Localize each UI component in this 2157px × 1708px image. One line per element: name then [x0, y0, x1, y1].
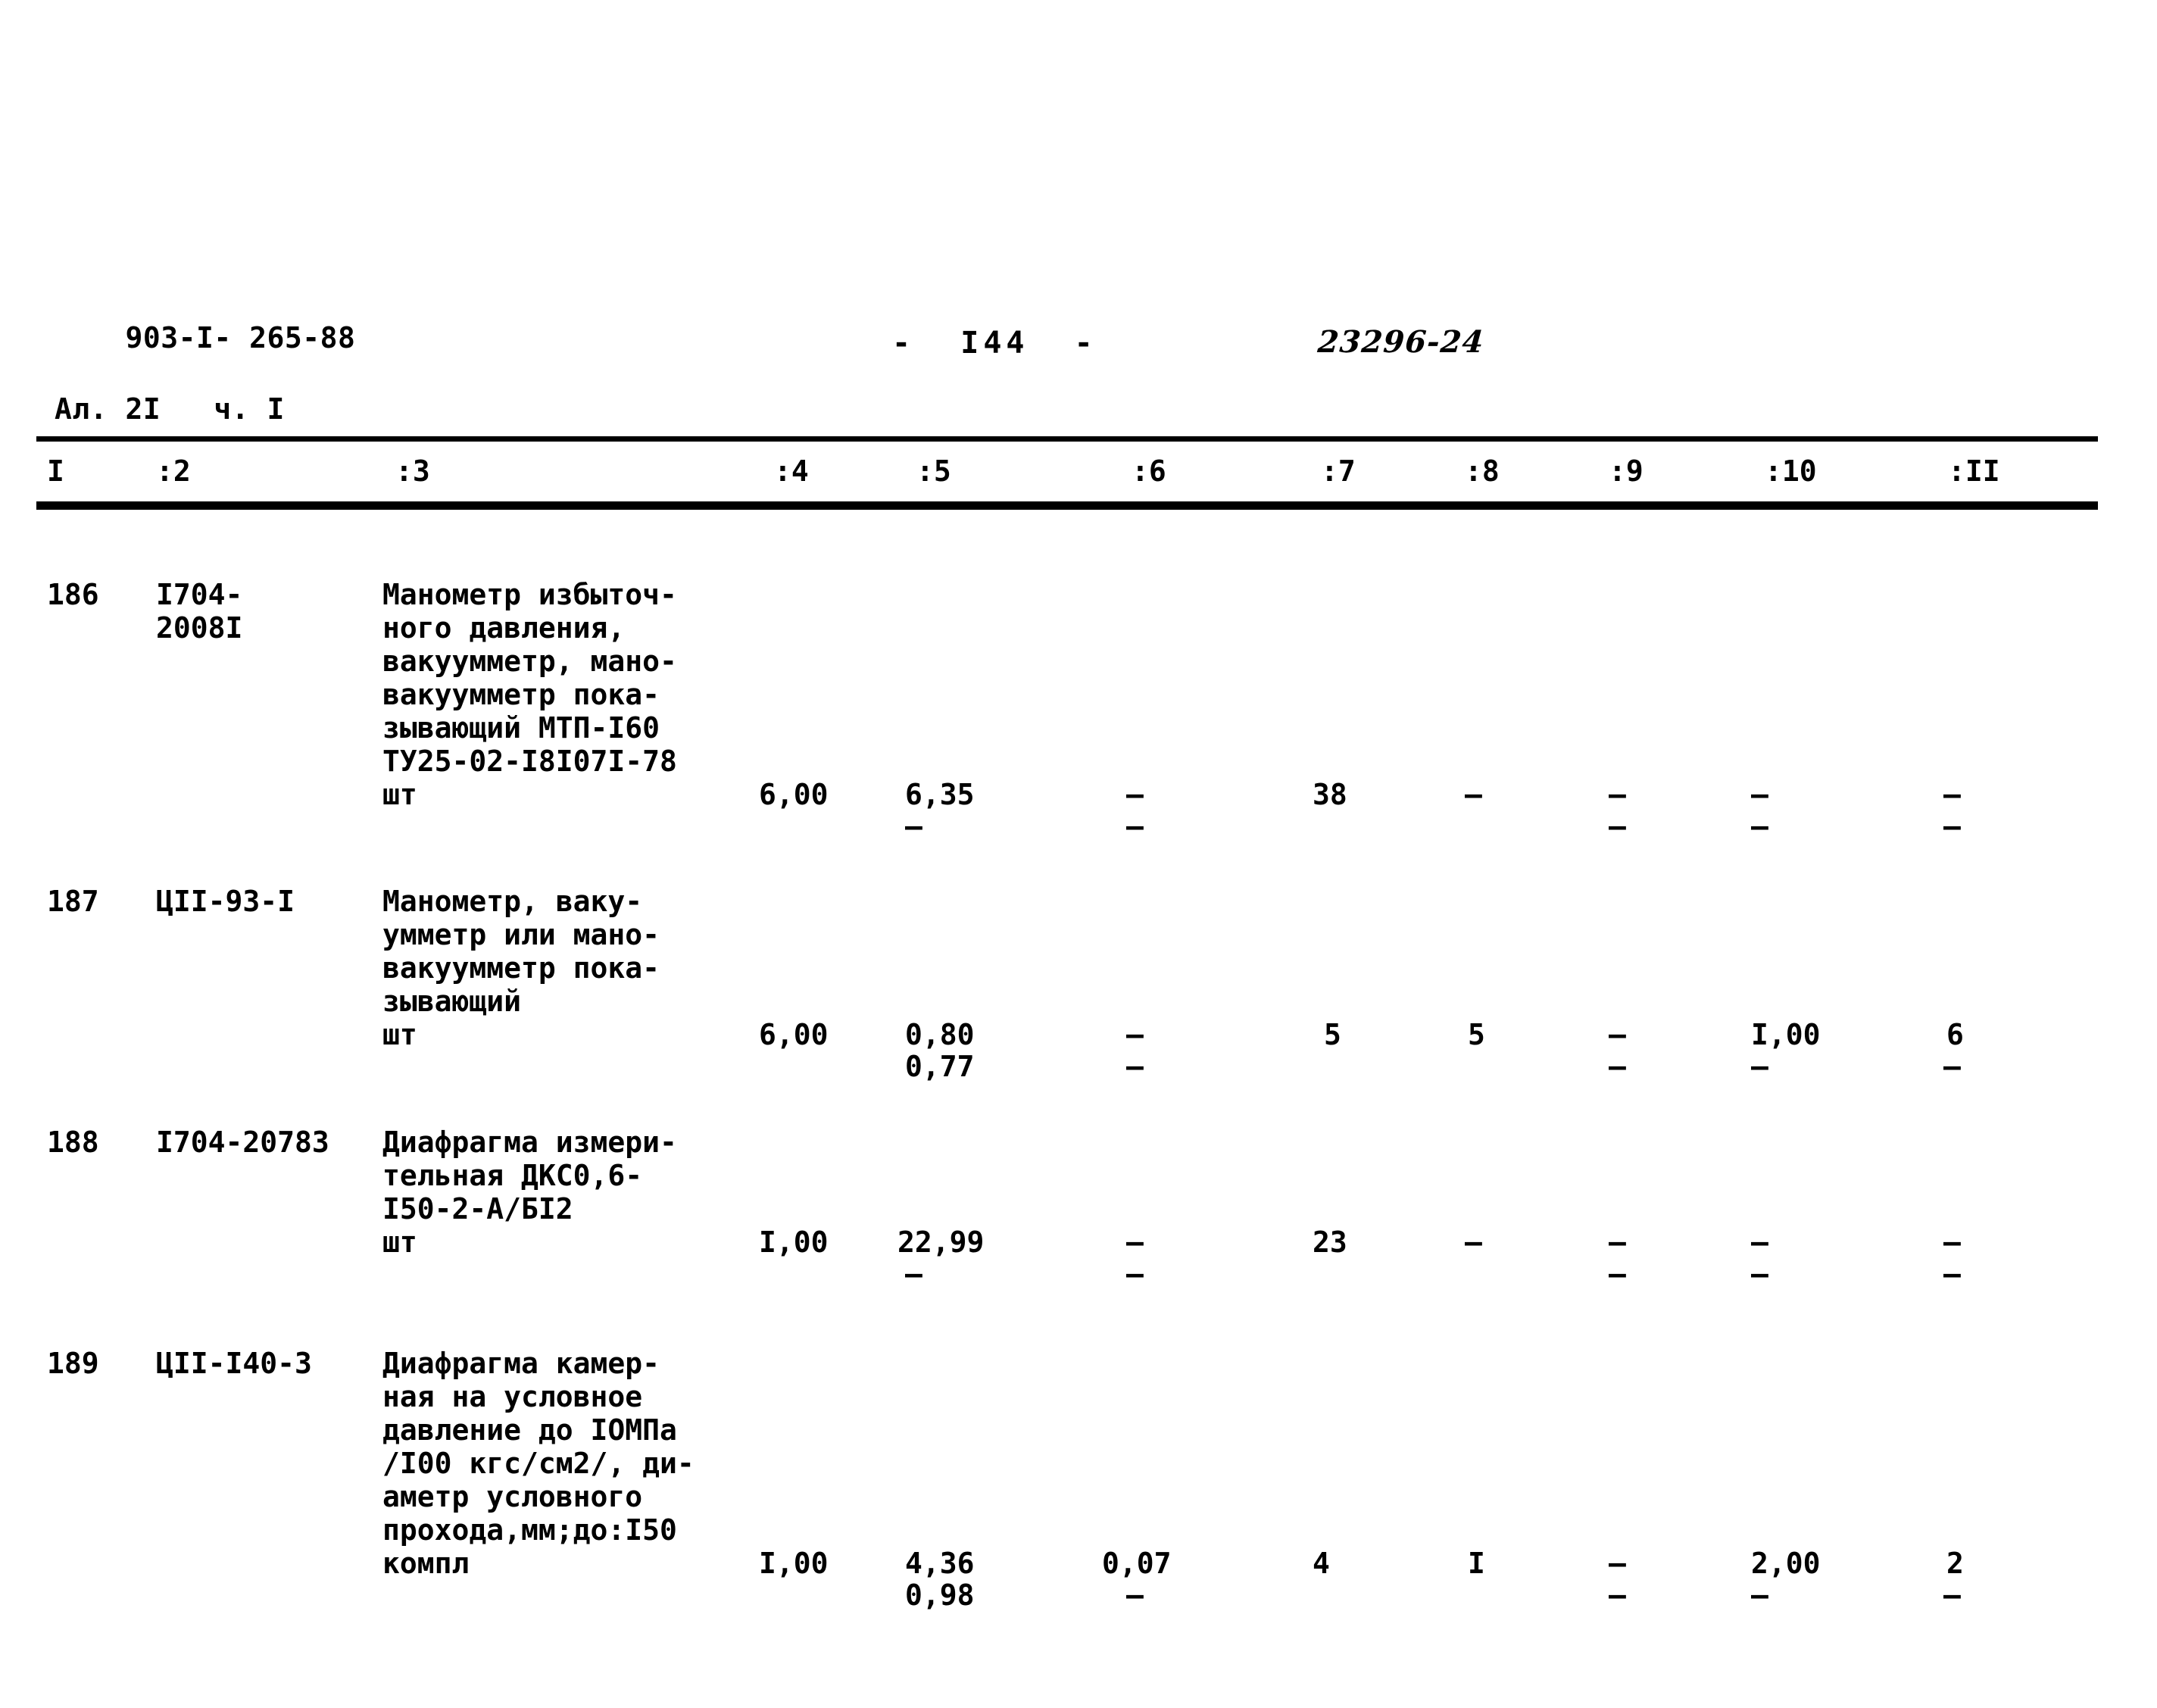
row-value-c11-sub: –	[1943, 810, 1961, 843]
row-value-c5: 6,35	[905, 778, 975, 811]
row-value-c10-sub: –	[1751, 1578, 1768, 1612]
row-value-c8: I	[1468, 1547, 1485, 1580]
row-value-c7: 5	[1324, 1018, 1341, 1051]
column-header-9: :9	[1609, 454, 1644, 488]
row-unit: шт	[382, 778, 417, 811]
page-number: - I44 -	[892, 326, 1097, 361]
table-rule-bottom	[36, 501, 2098, 510]
row-value-c6: –	[1126, 1226, 1144, 1259]
row-unit: компл	[382, 1547, 470, 1580]
row-value-c4: I,00	[759, 1226, 829, 1259]
row-unit: шт	[382, 1018, 417, 1051]
row-value-c5-sub: 0,98	[905, 1578, 975, 1612]
row-description: Диафрагма измери- тельная ДКС0,6- I50-2-…	[382, 1126, 677, 1226]
row-value-c6: 0,07	[1102, 1547, 1172, 1580]
row-value-c8: –	[1465, 778, 1482, 811]
row-code: I704- 2008I	[156, 578, 243, 645]
row-value-c9-sub: –	[1609, 810, 1626, 843]
column-header-7: :7	[1321, 454, 1356, 488]
row-value-c9-sub: –	[1609, 1050, 1626, 1083]
row-value-c10-sub: –	[1751, 810, 1768, 843]
row-value-c11-sub: –	[1943, 1257, 1961, 1291]
row-value-c11: –	[1943, 1226, 1961, 1259]
column-header-1: I	[47, 454, 64, 488]
row-value-c10: –	[1751, 778, 1768, 811]
row-code: ЦII-93-I	[156, 885, 295, 918]
row-unit: шт	[382, 1226, 417, 1259]
row-code: I704-20783	[156, 1126, 329, 1159]
row-value-c9: –	[1609, 1226, 1626, 1259]
row-value-c5-sub: –	[905, 1257, 922, 1291]
row-value-c9: –	[1609, 778, 1626, 811]
row-value-c10-sub: –	[1751, 1050, 1768, 1083]
row-value-c6: –	[1126, 1018, 1144, 1051]
row-value-c11: –	[1943, 778, 1961, 811]
column-header-4: :4	[774, 454, 809, 488]
row-value-c7: 38	[1313, 778, 1347, 811]
row-value-c10: I,00	[1751, 1018, 1821, 1051]
row-value-c7: 23	[1313, 1226, 1347, 1259]
row-value-c5: 22,99	[897, 1226, 985, 1259]
row-value-c6: –	[1126, 778, 1144, 811]
row-index: 189	[47, 1347, 99, 1380]
column-header-10: :10	[1765, 454, 1817, 488]
row-value-c11: 6	[1946, 1018, 1964, 1051]
row-value-c6-sub: –	[1126, 1578, 1144, 1612]
column-header-5: :5	[916, 454, 951, 488]
table-rule-top	[36, 436, 2098, 442]
document-page: 903-I- 265-88 Ал. 2I ч. I - I44 - 23296-…	[0, 0, 2157, 1708]
row-value-c5: 4,36	[905, 1547, 975, 1580]
row-value-c11-sub: –	[1943, 1050, 1961, 1083]
row-code: ЦII-I40-3	[156, 1347, 312, 1380]
row-value-c11: 2	[1946, 1547, 1964, 1580]
column-header-6: :6	[1132, 454, 1166, 488]
column-header-2: :2	[156, 454, 191, 488]
row-value-c5-sub: 0,77	[905, 1050, 975, 1083]
row-value-c4: 6,00	[759, 1018, 829, 1051]
row-value-c10-sub: –	[1751, 1257, 1768, 1291]
row-value-c9-sub: –	[1609, 1257, 1626, 1291]
document-code: 903-I- 265-88 Ал. 2I ч. I	[55, 285, 355, 498]
row-value-c10: –	[1751, 1226, 1768, 1259]
row-description: Манометр избыточ- ного давления, вакуумм…	[382, 578, 677, 778]
row-value-c9: –	[1609, 1018, 1626, 1051]
stamp-number: 23296-24	[1316, 324, 1486, 360]
row-index: 188	[47, 1126, 99, 1159]
row-value-c10: 2,00	[1751, 1547, 1821, 1580]
column-header-8: :8	[1465, 454, 1500, 488]
row-value-c11-sub: –	[1943, 1578, 1961, 1612]
document-code-line1: 903-I- 265-88	[125, 321, 356, 354]
column-header-3: :3	[395, 454, 430, 488]
row-description: Манометр, ваку- умметр или мано- вакуумм…	[382, 885, 660, 1018]
column-header-11: :II	[1948, 454, 2000, 488]
row-value-c6-sub: –	[1126, 1257, 1144, 1291]
row-index: 187	[47, 885, 99, 918]
row-value-c4: I,00	[759, 1547, 829, 1580]
row-value-c6-sub: –	[1126, 1050, 1144, 1083]
row-value-c9: –	[1609, 1547, 1626, 1580]
row-index: 186	[47, 578, 99, 611]
row-value-c7: 4	[1313, 1547, 1330, 1580]
row-value-c9-sub: –	[1609, 1578, 1626, 1612]
row-value-c8: –	[1465, 1226, 1482, 1259]
document-code-line2: Ал. 2I ч. I	[55, 392, 285, 426]
row-value-c8: 5	[1468, 1018, 1485, 1051]
row-description: Диафрагма камер- ная на условное давлени…	[382, 1347, 695, 1547]
row-value-c5: 0,80	[905, 1018, 975, 1051]
row-value-c4: 6,00	[759, 778, 829, 811]
row-value-c6-sub: –	[1126, 810, 1144, 843]
row-value-c5-sub: –	[905, 810, 922, 843]
